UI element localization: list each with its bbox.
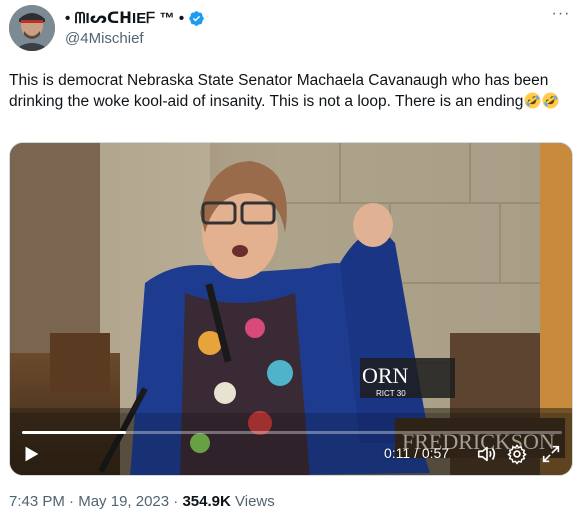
video-frame: ORN RICT 30 FREDRICKSON xyxy=(10,143,572,475)
video-time: 0:11 / 0:57 xyxy=(384,445,450,461)
tweet-date[interactable]: May 19, 2023 xyxy=(78,493,169,510)
tweet-card: • ᗰIᔕᑕᕼIEᖴ ™ • @4Mischief ··· This is de… xyxy=(0,0,582,516)
tweet-body: This is democrat Nebraska State Senator … xyxy=(9,72,549,110)
more-options-icon[interactable]: ··· xyxy=(549,6,573,27)
play-icon[interactable] xyxy=(20,443,42,465)
avatar[interactable] xyxy=(9,5,55,51)
video-progress-fill xyxy=(22,431,127,434)
tweet-time[interactable]: 7:43 PM xyxy=(9,493,65,510)
settings-gear-icon[interactable] xyxy=(506,443,528,465)
views-label: Views xyxy=(235,493,275,510)
tweet-header: • ᗰIᔕᑕᕼIEᖴ ™ • @4Mischief ··· xyxy=(9,5,575,55)
avatar-image xyxy=(9,5,55,51)
nameplate-sub: RICT 30 xyxy=(376,389,406,398)
views-count: 354.9K xyxy=(182,493,231,510)
video-player[interactable]: ORN RICT 30 FREDRICKSON 0:11 / 0:57 xyxy=(9,142,573,476)
separator: · xyxy=(69,493,75,510)
separator: · xyxy=(173,493,179,510)
rolling-laughing-emoji-icon xyxy=(524,92,541,109)
nameplate-top: ORN xyxy=(362,363,409,388)
tweet-meta: 7:43 PM · May 19, 2023 · 354.9K Views xyxy=(9,493,275,510)
user-names: • ᗰIᔕᑕᕼIEᖴ ™ • @4Mischief xyxy=(65,8,205,47)
rolling-laughing-emoji-icon xyxy=(542,92,559,109)
user-handle[interactable]: @4Mischief xyxy=(65,30,205,47)
display-name[interactable]: • ᗰIᔕᑕᕼIEᖴ ™ • xyxy=(65,9,184,27)
video-controls: 0:11 / 0:57 xyxy=(10,429,572,475)
tweet-text: This is democrat Nebraska State Senator … xyxy=(9,70,569,112)
volume-icon[interactable] xyxy=(476,443,498,465)
video-progress-bar[interactable] xyxy=(22,431,562,434)
fullscreen-icon[interactable] xyxy=(540,443,562,465)
verified-badge-icon xyxy=(189,10,205,26)
